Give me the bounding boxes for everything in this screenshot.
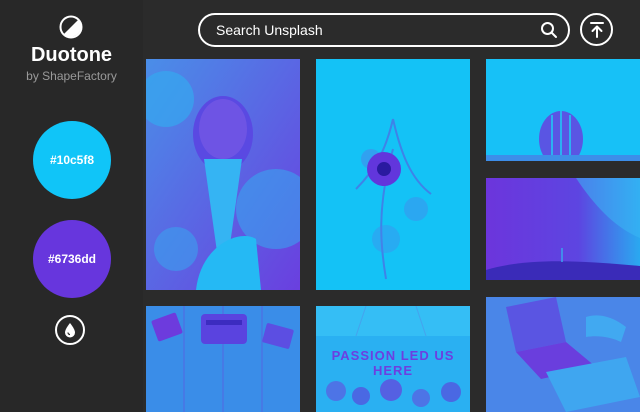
gallery-image-cactus[interactable] <box>486 59 640 161</box>
app-title: Duotone <box>30 44 113 66</box>
gallery-image-ice-cream[interactable] <box>146 59 300 290</box>
gallery-image-flowers[interactable] <box>316 59 470 290</box>
color-picker-button[interactable] <box>55 315 85 345</box>
upload-button[interactable] <box>580 13 613 46</box>
color-swatch-label: #10c5f8 <box>49 153 95 167</box>
half-filled-circle-icon <box>59 15 83 39</box>
gallery-image-laptop[interactable] <box>486 297 640 412</box>
color-swatch-label: #6736dd <box>47 252 97 266</box>
gallery-image-crowd-sign[interactable]: PASSION LED US HERE <box>316 306 470 412</box>
search-bar <box>198 13 570 47</box>
water-drop-icon <box>65 323 75 338</box>
sidebar: Duotone by ShapeFactory #10c5f8 #6736dd <box>0 0 143 412</box>
color-swatch-primary[interactable]: #10c5f8 <box>33 121 111 199</box>
app-subtitle: by ShapeFactory <box>26 69 117 83</box>
arrow-up-to-line-icon <box>589 21 604 38</box>
gallery-image-typewriter[interactable] <box>146 306 300 412</box>
search-input[interactable] <box>216 22 540 38</box>
gallery-image-night-sky[interactable] <box>486 178 640 280</box>
magnifier-icon[interactable] <box>540 21 558 39</box>
sign-text: PASSION LED US HERE <box>331 348 455 378</box>
color-swatch-secondary[interactable]: #6736dd <box>33 220 111 298</box>
